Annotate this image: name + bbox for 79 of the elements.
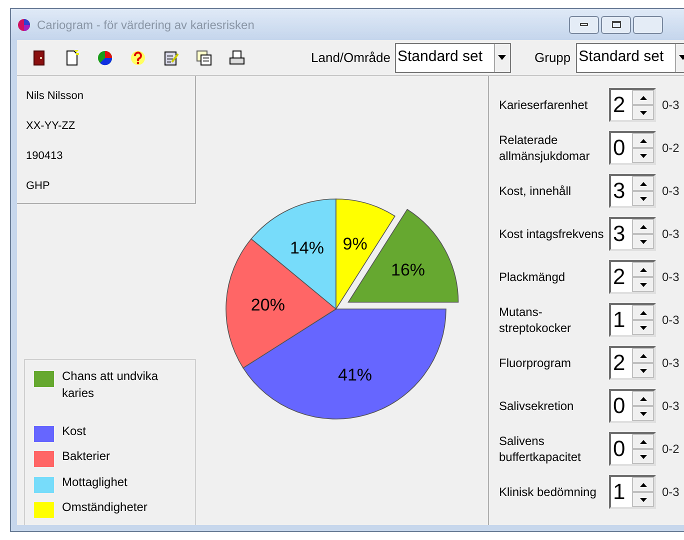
spin-down-icon[interactable]	[632, 492, 654, 507]
spinner-field[interactable]: 0	[609, 389, 656, 423]
factor-label: Fluorprogram	[499, 355, 572, 371]
legend-label: Chans att undvika karies	[62, 368, 160, 402]
spinner-field[interactable]: 3	[609, 174, 656, 208]
dropdown[interactable]: Standard set	[576, 42, 684, 72]
range-label: 0-3	[662, 484, 680, 501]
app-logo-icon	[17, 18, 31, 32]
spin-down-icon[interactable]	[632, 148, 654, 163]
spinner-field[interactable]: 0	[609, 131, 656, 165]
slice-label: 20%	[250, 296, 285, 315]
legend-label: Omständigheter	[62, 499, 148, 516]
factor-label: Kost intagsfrekvens	[499, 226, 605, 242]
factor-label: Karieserfarenhet	[499, 97, 589, 113]
factor-label: Plackmängd	[499, 269, 566, 285]
edit-document-icon[interactable]	[163, 50, 179, 66]
range-label: 0-3	[662, 97, 680, 114]
spin-up-icon[interactable]	[632, 262, 654, 277]
spin-up-icon[interactable]	[632, 434, 654, 449]
spin-down-icon[interactable]	[632, 449, 654, 464]
spin-down-icon[interactable]	[632, 277, 654, 292]
spin-down-icon[interactable]	[632, 191, 654, 206]
legend-label: Kost	[62, 422, 88, 440]
spin-up-icon[interactable]	[632, 133, 654, 148]
dropdown[interactable]: Standard set	[394, 42, 510, 72]
factor-label: Klinisk bedömning	[499, 484, 598, 500]
range-label: 0-3	[662, 269, 680, 286]
spinner-field[interactable]: 3	[609, 217, 656, 251]
range-label: 0-3	[662, 312, 680, 329]
legend-label: Mottaglighet	[62, 474, 128, 491]
range-label: 0-3	[662, 398, 680, 415]
group-label: Grupp	[534, 48, 571, 67]
slice-label: 41%	[338, 366, 372, 384]
legend-label: Bakterier	[62, 448, 112, 466]
spin-down-icon[interactable]	[632, 234, 654, 249]
land-label: Land/Område	[311, 48, 390, 67]
slice-label: 14%	[290, 238, 324, 258]
spin-up-icon[interactable]	[632, 391, 654, 406]
spin-down-icon[interactable]	[632, 320, 654, 335]
spin-up-icon[interactable]	[632, 176, 654, 191]
range-label: 0-2	[662, 441, 680, 458]
range-label: 0-3	[662, 183, 680, 200]
patient-info-text: 190413	[26, 149, 64, 164]
spin-up-icon[interactable]	[632, 219, 654, 234]
help-icon[interactable]	[130, 50, 146, 66]
exit-door-icon[interactable]	[31, 50, 47, 66]
factor-label: Kost, innehåll	[499, 183, 572, 199]
spin-down-icon[interactable]	[632, 363, 654, 378]
maximize-button[interactable]	[601, 16, 631, 34]
factor-label: Mutans-streptokocker	[499, 304, 572, 336]
pie-chart-icon[interactable]	[97, 50, 113, 66]
patient-info-text: Nils Nilsson	[26, 89, 84, 104]
spin-down-icon[interactable]	[632, 105, 654, 120]
factor-label: Salivens buffertkapacitet	[499, 433, 582, 465]
slice-label: 9%	[342, 234, 368, 254]
spin-up-icon[interactable]	[632, 305, 654, 320]
factor-label: Salivsekretion	[499, 398, 575, 414]
range-label: 0-2	[662, 140, 680, 157]
spinner-field[interactable]: 1	[609, 475, 656, 509]
spinner-field[interactable]: 1	[609, 303, 656, 337]
factor-label: Relaterade allmänsjukdomar	[499, 132, 591, 164]
range-label: 0-3	[662, 355, 680, 372]
new-document-icon[interactable]	[64, 50, 80, 66]
printer-icon[interactable]	[229, 50, 245, 66]
slice-label: 16%	[391, 260, 426, 280]
spin-down-icon[interactable]	[632, 406, 654, 421]
spinner-field[interactable]: 2	[609, 260, 656, 294]
spinner-field[interactable]: 0	[609, 432, 656, 466]
window-title: Cariogram - för värdering av kariesrisken	[37, 16, 254, 34]
patient-info-text: XX-YY-ZZ	[26, 119, 76, 134]
spin-up-icon[interactable]	[632, 90, 654, 105]
minimize-button[interactable]	[569, 16, 599, 34]
range-label: 0-3	[662, 226, 680, 243]
spinner-field[interactable]: 2	[609, 346, 656, 380]
spin-up-icon[interactable]	[632, 477, 654, 492]
spin-up-icon[interactable]	[632, 348, 654, 363]
spinner-field[interactable]: 2	[609, 88, 656, 122]
patient-info-text: GHP	[26, 179, 51, 194]
notepad-icon[interactable]	[196, 50, 212, 66]
